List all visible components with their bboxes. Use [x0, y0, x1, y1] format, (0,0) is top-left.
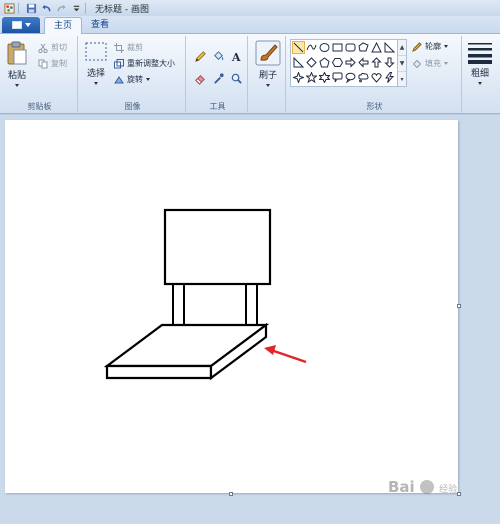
base-front-face [105, 364, 213, 380]
annotation-arrow-head [264, 345, 276, 355]
drawing-layer [103, 208, 307, 381]
monitor-screen [163, 208, 272, 286]
watermark-suffix: 经验 [439, 485, 458, 495]
watermark-text: Bai [388, 478, 415, 496]
annotation-arrow-shaft [270, 348, 307, 364]
monitor-stand-right [245, 284, 258, 325]
baidu-watermark: Bai 经验 [388, 478, 457, 496]
baidu-paw-icon [419, 480, 434, 494]
monitor-stand-left [172, 284, 185, 325]
